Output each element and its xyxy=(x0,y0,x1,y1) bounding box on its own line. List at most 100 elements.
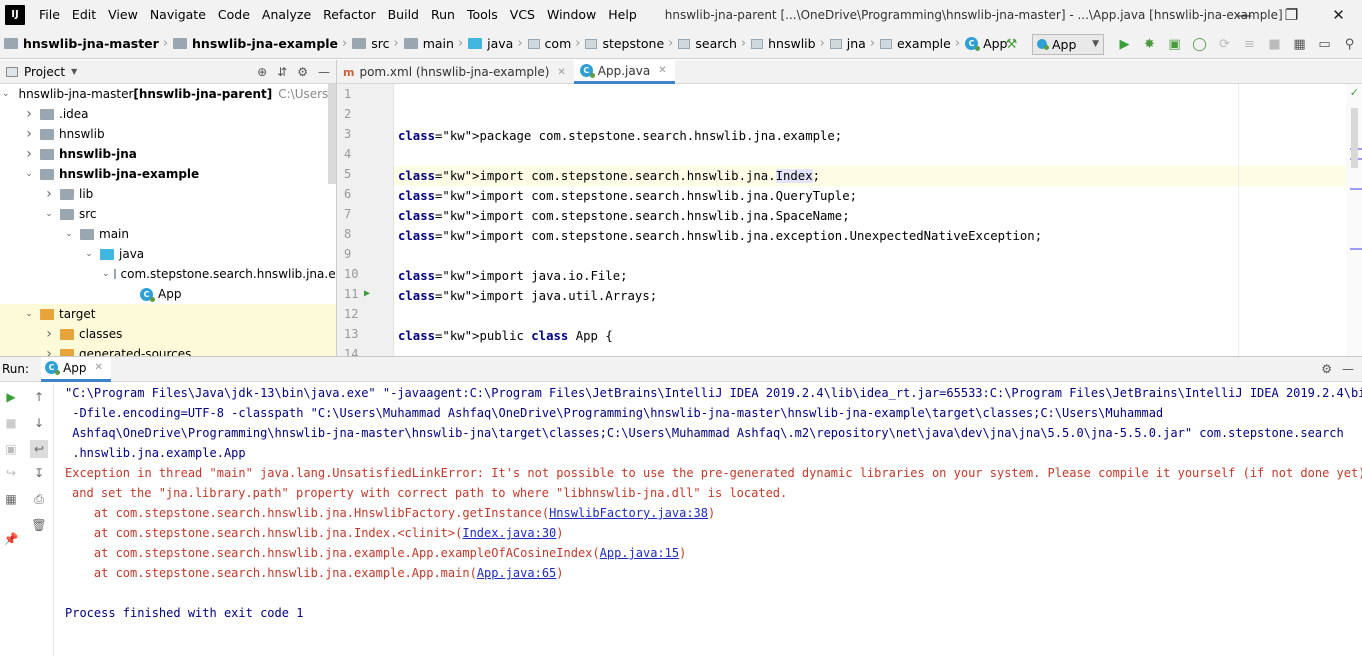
chevron-down-icon[interactable]: ⌄ xyxy=(22,169,36,179)
editor-error-stripe[interactable]: ✓ xyxy=(1346,84,1362,356)
close-tab-icon[interactable]: ✕ xyxy=(95,362,103,373)
chevron-down-icon[interactable]: ⌄ xyxy=(2,89,10,99)
menu-help[interactable]: Help xyxy=(602,0,643,29)
breadcrumb-src[interactable]: src xyxy=(348,29,392,59)
menu-run[interactable]: Run xyxy=(425,0,461,29)
menu-build[interactable]: Build xyxy=(382,0,425,29)
chevron-down-icon[interactable]: ⌄ xyxy=(62,229,76,239)
attach-debugger-icon[interactable]: ⟳ xyxy=(1212,33,1237,55)
chevron-right-icon[interactable]: › xyxy=(42,346,56,356)
stop-rerun-icon[interactable]: ≡ xyxy=(1237,33,1262,55)
tree-item[interactable]: ⌄ main xyxy=(0,224,336,244)
tree-item[interactable]: ⌄ src xyxy=(0,204,336,224)
tree-scrollbar[interactable] xyxy=(328,84,336,184)
search-icon[interactable]: ⚲ xyxy=(1337,33,1362,55)
tab-pom-xml[interactable]: m pom.xml (hnswlib-jna-example) ✕ xyxy=(337,60,574,84)
stack-link[interactable]: App.java:65 xyxy=(477,566,556,580)
up-arrow-icon[interactable]: ↑ xyxy=(30,388,48,406)
breadcrumb-main[interactable]: main xyxy=(400,29,457,59)
pin-icon[interactable]: 📌 xyxy=(2,530,20,548)
exit-icon[interactable]: ↪ xyxy=(2,464,20,482)
chevron-down-icon[interactable]: ⌄ xyxy=(42,209,56,219)
menu-code[interactable]: Code xyxy=(212,0,256,29)
scroll-to-end-icon[interactable]: ↧ xyxy=(30,464,48,482)
tree-item[interactable]: ⌄ com.stepstone.search.hnswlib.jna.exa xyxy=(0,264,336,284)
soft-wrap-icon[interactable]: ↩ xyxy=(30,440,48,458)
minimize-icon[interactable]: — xyxy=(1221,0,1268,29)
run-configuration-select[interactable]: App ▼ xyxy=(1032,33,1104,55)
console-output[interactable]: "C:\Program Files\Java\jdk-13\bin\java.e… xyxy=(54,383,1362,656)
tree-item[interactable]: › generated-sources xyxy=(0,344,336,356)
tree-item[interactable]: ⌄ target xyxy=(0,304,336,324)
editor-scrollbar[interactable] xyxy=(1351,108,1358,168)
menu-navigate[interactable]: Navigate xyxy=(144,0,212,29)
chevron-right-icon[interactable]: › xyxy=(42,186,56,202)
camera-icon[interactable]: ▣ xyxy=(2,440,20,458)
chevron-right-icon[interactable]: › xyxy=(22,106,36,122)
run-with-coverage-icon[interactable]: ▣ xyxy=(1162,33,1187,55)
print-icon[interactable]: ⎙ xyxy=(30,490,48,508)
breadcrumb-module[interactable]: hnswlib-jna-example xyxy=(169,29,341,59)
menu-vcs[interactable]: VCS xyxy=(504,0,541,29)
menu-window[interactable]: Window xyxy=(541,0,602,29)
tree-item[interactable]: › hnswlib-jna xyxy=(0,144,336,164)
chevron-right-icon[interactable]: › xyxy=(42,326,56,342)
menu-view[interactable]: View xyxy=(102,0,144,29)
run-icon[interactable]: ▶ xyxy=(1112,33,1137,55)
stack-link[interactable]: Index.java:30 xyxy=(462,526,556,540)
profile-icon[interactable]: ◯ xyxy=(1187,33,1212,55)
tree-item[interactable]: ⌄ hnswlib-jna-master [hnswlib-jna-parent]… xyxy=(0,84,336,104)
build-hammer-icon[interactable]: ⚒ xyxy=(999,33,1024,55)
menu-file[interactable]: File xyxy=(33,0,66,29)
stop-icon[interactable]: ■ xyxy=(2,414,20,432)
down-arrow-icon[interactable]: ↓ xyxy=(30,414,48,432)
tree-item[interactable]: ⌄ hnswlib-jna-example xyxy=(0,164,336,184)
tree-item[interactable]: › classes xyxy=(0,324,336,344)
hide-icon[interactable]: — xyxy=(318,65,330,79)
debug-icon[interactable]: ✸ xyxy=(1137,33,1162,55)
close-tab-icon[interactable]: ✕ xyxy=(658,65,666,76)
locate-icon[interactable]: ⊕ xyxy=(257,65,267,79)
project-structure-icon[interactable]: ▦ xyxy=(1287,33,1312,55)
restore-icon[interactable]: ❐ xyxy=(1268,0,1315,29)
tree-item[interactable]: C App xyxy=(0,284,336,304)
layout-icon[interactable]: ▦ xyxy=(2,490,20,508)
breadcrumb-example[interactable]: example xyxy=(876,29,954,59)
menu-analyze[interactable]: Analyze xyxy=(256,0,317,29)
run-tab-app[interactable]: C App ✕ xyxy=(41,356,111,382)
stack-link[interactable]: HnswlibFactory.java:38 xyxy=(549,506,708,520)
rerun-icon[interactable]: ▶ xyxy=(2,388,20,406)
stack-link[interactable]: App.java:15 xyxy=(600,546,679,560)
menu-tools[interactable]: Tools xyxy=(461,0,504,29)
chevron-down-icon[interactable]: ▼ xyxy=(71,67,77,76)
breadcrumb-project[interactable]: hnswlib-jna-master xyxy=(0,29,162,59)
tree-item[interactable]: ⌄ java xyxy=(0,244,336,264)
breadcrumb-java[interactable]: java xyxy=(464,29,516,59)
chevron-right-icon[interactable]: › xyxy=(22,126,36,142)
tab-app-java[interactable]: C App.java ✕ xyxy=(573,60,675,84)
close-icon[interactable]: ✕ xyxy=(1315,0,1362,29)
project-view-selector[interactable]: Project xyxy=(24,65,65,79)
hide-icon[interactable]: — xyxy=(1342,362,1354,376)
chevron-down-icon[interactable]: ⌄ xyxy=(82,249,96,259)
tree-item[interactable]: › .idea xyxy=(0,104,336,124)
run-gutter-icon[interactable]: ▶ xyxy=(364,284,370,304)
breadcrumb-hnswlib[interactable]: hnswlib xyxy=(747,29,818,59)
menu-refactor[interactable]: Refactor xyxy=(317,0,381,29)
terminal-icon[interactable]: ▭ xyxy=(1312,33,1337,55)
tree-item[interactable]: › lib xyxy=(0,184,336,204)
code-text-area[interactable]: class="kw">package com.stepstone.search.… xyxy=(394,84,1362,356)
collapse-all-icon[interactable]: ⇵ xyxy=(277,65,287,79)
breadcrumb-search[interactable]: search xyxy=(674,29,740,59)
breadcrumb-com[interactable]: com xyxy=(524,29,575,59)
breadcrumb-stepstone[interactable]: stepstone xyxy=(581,29,667,59)
gear-icon[interactable]: ⚙ xyxy=(1321,362,1332,376)
trash-icon[interactable]: 🗑 xyxy=(30,516,48,534)
breadcrumb-jna[interactable]: jna xyxy=(826,29,869,59)
close-tab-icon[interactable]: ✕ xyxy=(557,67,565,78)
tree-item[interactable]: › hnswlib xyxy=(0,124,336,144)
chevron-right-icon[interactable]: › xyxy=(22,146,36,162)
chevron-down-icon[interactable]: ⌄ xyxy=(22,309,36,319)
menu-edit[interactable]: Edit xyxy=(66,0,102,29)
gear-icon[interactable]: ⚙ xyxy=(297,65,308,79)
